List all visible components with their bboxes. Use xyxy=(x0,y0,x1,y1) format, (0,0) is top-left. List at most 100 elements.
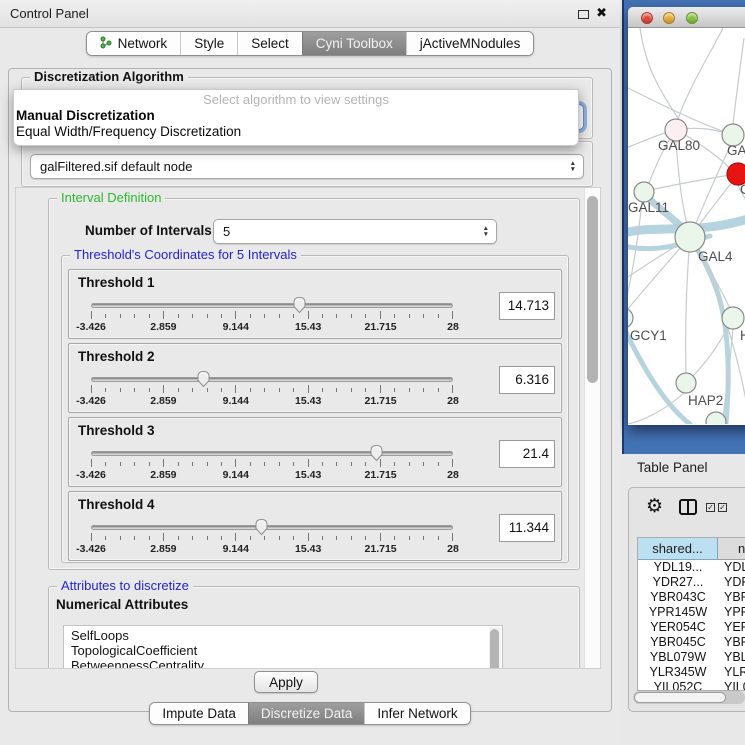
network-node-label: GAL80 xyxy=(658,138,700,153)
threshold-value-field[interactable]: 6.316 xyxy=(499,366,555,394)
slider-ticks xyxy=(91,533,453,542)
checkbox-icon[interactable]: ✓ xyxy=(706,503,715,512)
discretization-group-title: Discretization Algorithm xyxy=(30,69,188,85)
column-header-name[interactable]: na xyxy=(718,538,745,560)
table-h-scrollbar[interactable] xyxy=(633,691,745,704)
threshold-label: Threshold 3 xyxy=(78,423,155,438)
tab-style[interactable]: Style xyxy=(180,32,237,55)
table-h-scrollbar-thumb[interactable] xyxy=(634,692,726,703)
table-cell: YIL052C xyxy=(638,680,718,691)
attribute-list-item[interactable]: SelfLoops xyxy=(64,628,502,643)
network-node[interactable] xyxy=(722,307,744,329)
number-of-intervals-combo[interactable]: 5 ▲▼ xyxy=(213,219,497,244)
right-column: GAL80GACGAL11GAL4GCY1HHAP2 Table Panel ⚙… xyxy=(620,0,745,745)
tick-label: 9.144 xyxy=(223,395,249,407)
tab-discretize-data[interactable]: Discretize Data xyxy=(248,703,365,724)
threshold-value-field[interactable]: 11.344 xyxy=(499,514,555,542)
slider-tick-labels: -3.4262.8599.14415.4321.71528 xyxy=(91,395,453,407)
control-panel-titlebar: Control Panel ✖ xyxy=(0,0,620,28)
tab-impute-data[interactable]: Impute Data xyxy=(150,703,248,724)
tab-network[interactable]: Network xyxy=(87,32,181,55)
tick-label: 2.859 xyxy=(150,321,176,333)
slider-track[interactable] xyxy=(91,303,453,308)
network-node-label: GAL4 xyxy=(698,249,733,264)
threshold-label: Threshold 1 xyxy=(78,275,155,290)
minimize-traffic-light-icon[interactable] xyxy=(663,12,675,24)
slider-track[interactable] xyxy=(91,451,453,456)
network-node[interactable] xyxy=(634,182,654,202)
attribute-list-item[interactable]: BetweennessCentrality xyxy=(64,658,502,669)
close-traffic-light-icon[interactable] xyxy=(641,12,653,24)
tick-label: 2.859 xyxy=(150,469,176,481)
table-cell: YDL19... xyxy=(638,560,718,575)
slider-ticks xyxy=(91,385,453,394)
panel-scrollbar-thumb[interactable] xyxy=(587,196,598,383)
threshold-panel: Threshold 4 -3.4262.8599.14415.4321.7152… xyxy=(68,491,562,561)
table-cell: YBR043C xyxy=(638,590,718,605)
list-scrollbar[interactable] xyxy=(489,627,501,669)
list-scrollbar-thumb[interactable] xyxy=(490,629,499,669)
tick-label: 28 xyxy=(447,543,459,555)
table-row[interactable]: YDR27...YDR2 xyxy=(638,575,745,590)
slider-track[interactable] xyxy=(91,525,453,530)
network-canvas[interactable]: GAL80GACGAL11GAL4GCY1HHAP2 xyxy=(628,28,745,424)
tick-label: 15.43 xyxy=(295,321,321,333)
table-row[interactable]: YER054CYER0 xyxy=(638,620,745,635)
popup-placeholder[interactable]: Select algorithm to view settings xyxy=(14,92,578,108)
network-node[interactable] xyxy=(675,222,705,252)
tick-label: 15.43 xyxy=(295,395,321,407)
panel-scrollbar[interactable] xyxy=(584,188,600,668)
control-panel: Control Panel ✖ NetworkStyleSelectCyni T… xyxy=(0,0,620,745)
apply-button[interactable]: Apply xyxy=(254,671,318,693)
table-cell: YDR27... xyxy=(638,575,718,590)
column-header-shared[interactable]: shared... xyxy=(638,538,718,560)
table-row[interactable]: YLR345WYLR3 xyxy=(638,665,745,680)
table-row[interactable]: YDL19...YDL1 xyxy=(638,560,745,575)
network-window-titlebar[interactable] xyxy=(628,7,745,28)
tab-cyni-toolbox[interactable]: Cyni Toolbox xyxy=(302,32,406,55)
network-node[interactable] xyxy=(628,308,633,328)
thresholds-group: Threshold's Coordinates for 5 Intervals … xyxy=(61,255,569,563)
table-row[interactable]: YBL079WYBL0 xyxy=(638,650,745,665)
threshold-slider[interactable]: -3.4262.8599.14415.4321.71528 xyxy=(91,294,453,336)
tab-select[interactable]: Select xyxy=(237,32,302,55)
tick-label: 2.859 xyxy=(150,543,176,555)
table-cell: YLR345W xyxy=(638,665,718,680)
threshold-panel: Threshold 3 -3.4262.8599.14415.4321.7152… xyxy=(68,417,562,487)
table-row[interactable]: YBR043CYBR0 xyxy=(638,590,745,605)
threshold-slider[interactable]: -3.4262.8599.14415.4321.71528 xyxy=(91,368,453,410)
table-row[interactable]: YPR145WYPR1 xyxy=(638,605,745,620)
close-icon[interactable]: ✖ xyxy=(596,5,607,21)
threshold-label: Threshold 2 xyxy=(78,349,155,364)
float-panel-icon[interactable] xyxy=(578,10,589,19)
tick-label: 28 xyxy=(447,469,459,481)
tab-infer-network[interactable]: Infer Network xyxy=(364,703,469,724)
threshold-slider[interactable]: -3.4262.8599.14415.4321.71528 xyxy=(91,442,453,484)
threshold-slider[interactable]: -3.4262.8599.14415.4321.71528 xyxy=(91,516,453,558)
attribute-list-item[interactable]: TopologicalCoefficient xyxy=(64,643,502,658)
network-node-label: GA xyxy=(727,143,745,158)
table-data-combo[interactable]: galFiltered.sif default node ▲▼ xyxy=(30,154,584,179)
table-row[interactable]: YBR045CYBR0 xyxy=(638,635,745,650)
table-row[interactable]: YIL052CYIL0 xyxy=(638,680,745,691)
network-view-panel: GAL80GACGAL11GAL4GCY1HHAP2 xyxy=(622,0,745,454)
popup-item[interactable]: Manual Discretization xyxy=(14,108,578,124)
threshold-value-field[interactable]: 21.4 xyxy=(499,440,555,468)
threshold-value-field[interactable]: 14.713 xyxy=(499,292,555,320)
combo-arrows-icon: ▲▼ xyxy=(483,220,489,243)
columns-icon[interactable] xyxy=(679,499,697,515)
popup-item[interactable]: Equal Width/Frequency Discretization xyxy=(14,124,578,140)
tick-label: 28 xyxy=(447,321,459,333)
zoom-traffic-light-icon[interactable] xyxy=(686,12,698,24)
network-node[interactable] xyxy=(676,373,696,393)
numerical-attributes-list[interactable]: SelfLoopsTopologicalCoefficientBetweenne… xyxy=(63,625,503,669)
tick-label: 21.715 xyxy=(365,395,397,407)
slider-track[interactable] xyxy=(91,377,453,382)
tab-jactivemnodules[interactable]: jActiveMNodules xyxy=(406,32,534,55)
checkbox-icon[interactable]: ✓ xyxy=(718,503,727,512)
tick-label: 9.144 xyxy=(223,469,249,481)
tick-label: 21.715 xyxy=(365,543,397,555)
tick-label: -3.426 xyxy=(76,543,106,555)
gear-icon[interactable]: ⚙ xyxy=(646,495,663,518)
table-cell: YPR145W xyxy=(638,605,718,620)
